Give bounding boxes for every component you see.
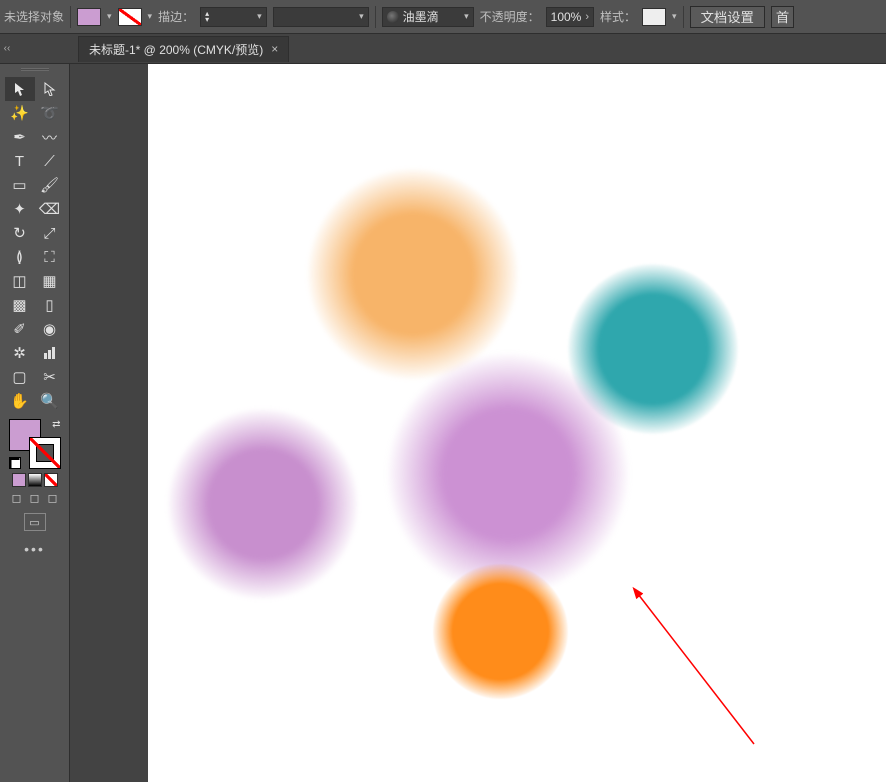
draw-inside-icon[interactable]: ◻ (46, 491, 60, 505)
graphic-style-menu[interactable]: ▾ (672, 11, 677, 22)
lasso-tool[interactable]: ➰ (35, 101, 65, 125)
direct-selection-tool[interactable] (35, 77, 65, 101)
draw-behind-icon[interactable]: ◻ (28, 491, 42, 505)
toolbox-overflow-icon[interactable]: ••• (24, 541, 45, 557)
rectangle-tool[interactable]: ▭ (5, 173, 35, 197)
style-label: 样式： (600, 8, 636, 25)
column-graph-tool[interactable] (35, 341, 65, 365)
free-transform-tool[interactable]: ⛶ (35, 245, 65, 269)
pen-tool[interactable]: ✒ (5, 125, 35, 149)
document-tab-strip: ‹‹ 未标题-1* @ 200% (CMYK/预览) × (0, 34, 886, 64)
magic-wand-tool[interactable]: ✨ (5, 101, 35, 125)
default-fill-stroke-icon[interactable] (9, 457, 21, 469)
screen-mode-button[interactable]: ▭ (24, 513, 46, 531)
ink-drop-icon (387, 11, 399, 23)
none-mode[interactable] (44, 473, 58, 487)
pasteboard-gutter (70, 64, 148, 782)
workspace: ✨ ➰ ✒ 〰 T ⟋ ▭ 🖌 ✦ ⌫ ↻ ⤢ ≬ ⛶ ◫ ▦ ▩ ▯ ✐ ◉ … (0, 64, 886, 782)
document-setup-button[interactable]: 文档设置 (690, 6, 765, 28)
fill-swatch[interactable] (77, 8, 101, 26)
curvature-tool[interactable]: 〰 (35, 125, 65, 149)
eyedropper-tool[interactable]: ✐ (5, 317, 35, 341)
swap-fill-stroke-icon[interactable]: ⇄ (52, 419, 60, 430)
stroke-color-box[interactable] (29, 437, 61, 469)
artboard[interactable] (148, 64, 886, 782)
stroke-label: 描边： (158, 8, 194, 25)
document-tab-title: 未标题-1* @ 200% (CMYK/预览) (89, 41, 263, 58)
blob-purple-small[interactable] (168, 409, 358, 599)
stroke-profile-dropdown[interactable]: ▾ (273, 7, 369, 27)
slice-tool[interactable]: ✂ (35, 365, 65, 389)
rotate-tool[interactable]: ↻ (5, 221, 35, 245)
no-selection-label: 未选择对象 (4, 8, 64, 25)
graphic-style-swatch[interactable] (642, 8, 666, 26)
color-mode-row (12, 473, 58, 487)
zoom-tool[interactable]: 🔍 (35, 389, 65, 413)
width-tool[interactable]: ≬ (5, 245, 35, 269)
document-tab[interactable]: 未标题-1* @ 200% (CMYK/预览) × (78, 36, 289, 62)
opacity-label: 不透明度： (480, 8, 540, 25)
selection-tool[interactable] (5, 77, 35, 101)
shape-builder-tool[interactable]: ◫ (5, 269, 35, 293)
blend-tool[interactable]: ◉ (35, 317, 65, 341)
blob-orange-small[interactable] (433, 564, 568, 699)
close-icon[interactable]: × (271, 42, 278, 56)
fill-swatch-menu[interactable]: ▾ (107, 11, 112, 22)
brush-preset-label: 油墨滴 (403, 8, 439, 25)
eraser-tool[interactable]: ⌫ (35, 197, 65, 221)
blob-purple-large[interactable] (388, 354, 628, 594)
gradient-tool[interactable]: ▯ (35, 293, 65, 317)
stroke-weight-dropdown[interactable]: ▴▾ ▾ (200, 7, 267, 27)
line-segment-tool[interactable]: ⟋ (35, 149, 65, 173)
type-tool[interactable]: T (5, 149, 35, 173)
hand-tool[interactable]: ✋ (5, 389, 35, 413)
perspective-grid-tool[interactable]: ▦ (35, 269, 65, 293)
stroke-swatch[interactable] (118, 8, 142, 26)
shaper-tool[interactable]: ✦ (5, 197, 35, 221)
solid-color-mode[interactable] (12, 473, 26, 487)
toolbox-grip[interactable] (21, 68, 49, 71)
opacity-field[interactable]: 100% › (546, 7, 594, 27)
stroke-swatch-menu[interactable]: ▾ (148, 11, 153, 22)
artboard-tool[interactable]: ▢ (5, 365, 35, 389)
toolbox: ✨ ➰ ✒ 〰 T ⟋ ▭ 🖌 ✦ ⌫ ↻ ⤢ ≬ ⛶ ◫ ▦ ▩ ▯ ✐ ◉ … (0, 64, 70, 782)
brush-preset-dropdown[interactable]: 油墨滴 ▾ (382, 7, 474, 27)
symbol-sprayer-tool[interactable]: ✲ (5, 341, 35, 365)
opacity-value: 100% (551, 10, 582, 24)
paintbrush-tool[interactable]: 🖌 (35, 173, 65, 197)
annotation-arrow (626, 584, 766, 764)
preferences-button[interactable]: 首 (771, 6, 794, 28)
draw-mode-row: ◻ ◻ ◻ (10, 491, 60, 505)
gradient-mode[interactable] (28, 473, 42, 487)
scale-tool[interactable]: ⤢ (35, 221, 65, 245)
mesh-tool[interactable]: ▩ (5, 293, 35, 317)
control-bar: 未选择对象 ▾ ▾ 描边： ▴▾ ▾ ▾ 油墨滴 ▾ 不透明度： 100% › … (0, 0, 886, 34)
fill-stroke-control[interactable]: ⇄ (9, 419, 61, 469)
panel-collapse-toggle[interactable]: ‹‹ (0, 34, 14, 64)
draw-normal-icon[interactable]: ◻ (10, 491, 24, 505)
blob-orange-large[interactable] (308, 169, 518, 379)
